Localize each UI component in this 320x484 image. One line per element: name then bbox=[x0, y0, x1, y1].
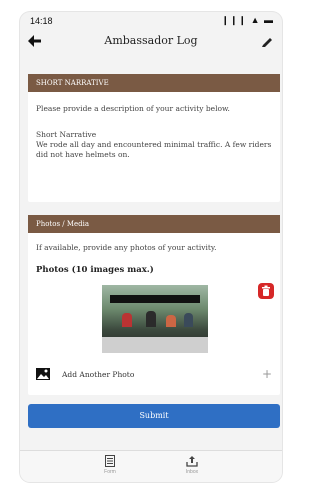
image-icon bbox=[36, 368, 50, 380]
photos-title: Photos (10 images max.) bbox=[36, 265, 154, 275]
section-header: Photos / Media bbox=[28, 215, 280, 233]
tab-label: Inbox bbox=[185, 469, 199, 475]
photo-ground bbox=[102, 337, 208, 353]
pencil-icon bbox=[262, 38, 272, 47]
section-prompt: If available, provide any photos of your… bbox=[36, 243, 217, 252]
submit-button[interactable]: Submit bbox=[28, 404, 280, 428]
tab-inbox[interactable]: Inbox bbox=[172, 455, 212, 475]
photo-rider bbox=[166, 315, 176, 327]
photo-rider bbox=[146, 311, 156, 327]
trash-icon bbox=[262, 285, 270, 296]
add-photo-row[interactable]: Add Another Photo + bbox=[36, 367, 272, 385]
app-screen: 14:18 ❙❙❙ ▲ ▬ Ambassador Log SHORT NARRA… bbox=[20, 12, 282, 482]
narrative-textarea[interactable]: We rode all day and encountered minimal … bbox=[36, 140, 272, 160]
section-prompt: Please provide a description of your act… bbox=[36, 104, 230, 113]
app-header: Ambassador Log bbox=[20, 28, 282, 54]
photo-rider bbox=[122, 313, 132, 327]
narrative-label: Short Narrative bbox=[36, 130, 97, 139]
edit-button[interactable] bbox=[260, 33, 274, 47]
delete-photo-button[interactable] bbox=[258, 283, 274, 299]
inbox-upload-icon bbox=[186, 456, 198, 467]
bottom-tab-bar: Form Inbox bbox=[20, 450, 282, 482]
tab-form[interactable]: Form bbox=[90, 455, 130, 475]
tab-label: Form bbox=[104, 469, 116, 475]
page-title: Ambassador Log bbox=[104, 34, 198, 47]
photos-media-section: Photos / Media If available, provide any… bbox=[28, 215, 280, 395]
section-header: SHORT NARRATIVE bbox=[28, 74, 280, 92]
document-icon bbox=[105, 455, 115, 467]
add-photo-plus-icon[interactable]: + bbox=[262, 367, 272, 381]
short-narrative-section: SHORT NARRATIVE Please provide a descrip… bbox=[28, 74, 280, 202]
status-time: 14:18 bbox=[30, 16, 53, 26]
add-photo-label: Add Another Photo bbox=[62, 370, 135, 379]
status-icons: ❙❙❙ ▲ ▬ bbox=[221, 15, 274, 25]
photo-rider bbox=[184, 313, 193, 327]
uploaded-photo[interactable] bbox=[102, 285, 208, 353]
photo-vehicle-roof bbox=[110, 295, 200, 303]
